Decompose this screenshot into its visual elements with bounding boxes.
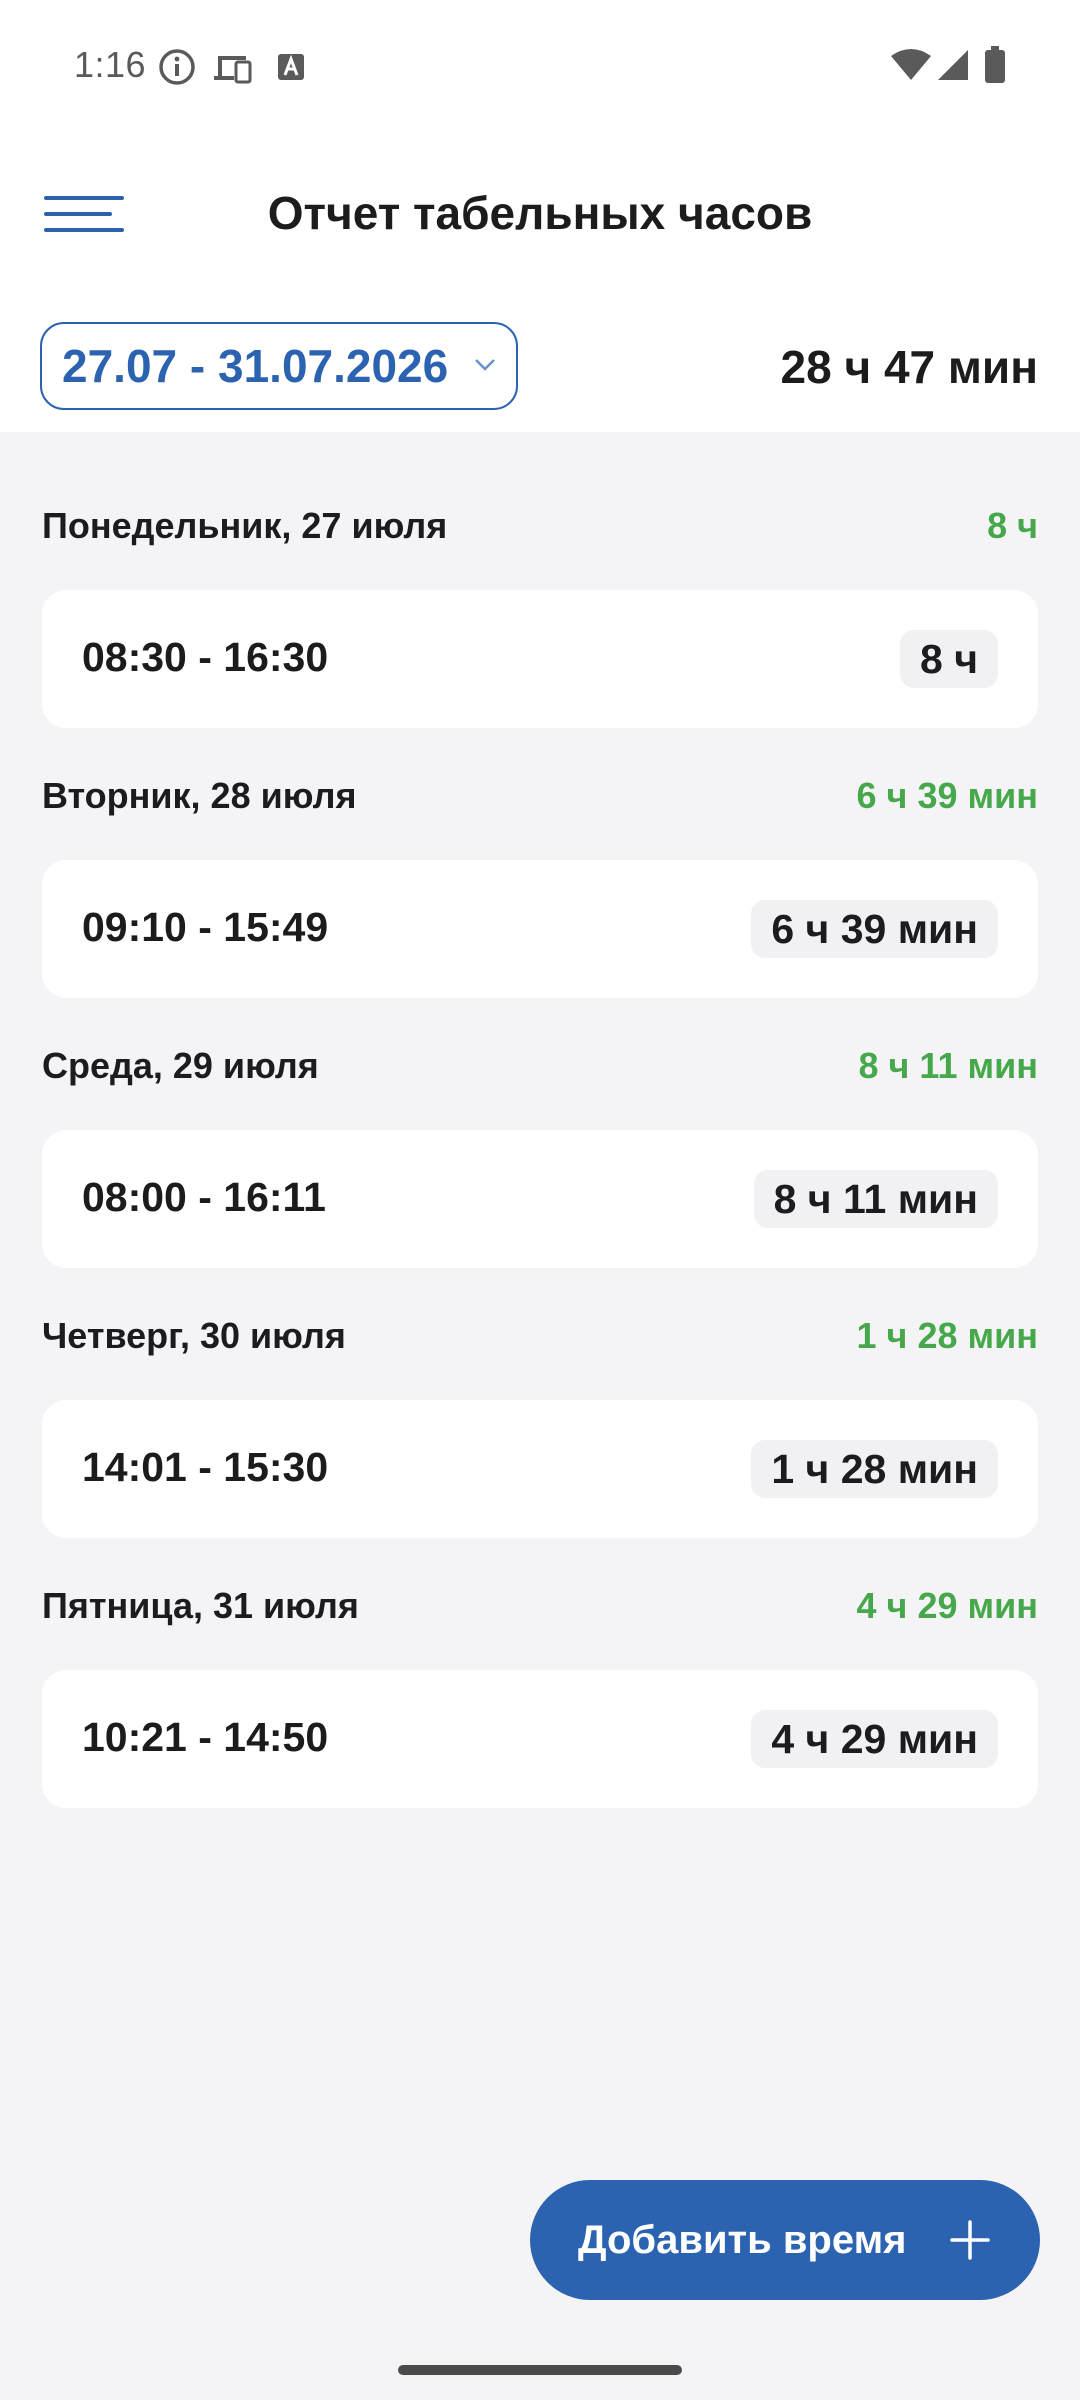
entry-duration-badge: 1 ч 28 мин: [751, 1440, 998, 1498]
day-header: Понедельник, 27 июля 8 ч: [42, 505, 1038, 547]
day-name: Четверг, 30 июля: [42, 1315, 346, 1356]
entry-time-range: 09:10 - 15:49: [82, 904, 329, 950]
date-range-text: 27.07 - 31.07.2026: [62, 340, 449, 392]
day-total: 8 ч 11 мин: [858, 1045, 1039, 1086]
day-total: 4 ч 29 мин: [856, 1585, 1038, 1626]
entry-duration-badge: 6 ч 39 мин: [751, 900, 998, 958]
day-header: Четверг, 30 июля 1 ч 28 мин: [42, 1315, 1038, 1357]
status-time: 1:16: [74, 44, 147, 85]
day-total: 6 ч 39 мин: [856, 775, 1038, 816]
entry-time-range: 10:21 - 14:50: [82, 1714, 329, 1760]
entry-time-range: 08:00 - 16:11: [82, 1174, 326, 1220]
entry-time-range: 08:30 - 16:30: [82, 634, 329, 680]
entry-duration-badge: 8 ч 11 мин: [753, 1170, 998, 1228]
devices-icon: [212, 52, 252, 89]
page-title: Отчет табельных часов: [267, 187, 813, 239]
time-entry-card[interactable]: 10:21 - 14:50 4 ч 29 мин: [42, 1670, 1038, 1808]
entry-duration-badge: 8 ч: [900, 630, 998, 688]
signal-icon: [936, 48, 970, 87]
time-entry-card[interactable]: 14:01 - 15:30 1 ч 28 мин: [42, 1400, 1038, 1538]
time-entry-card[interactable]: 09:10 - 15:49 6 ч 39 мин: [42, 860, 1038, 998]
day-total: 8 ч: [987, 505, 1038, 546]
entry-time-range: 14:01 - 15:30: [82, 1444, 329, 1490]
total-hours: 28 ч 47 мин: [780, 341, 1038, 393]
add-time-label: Добавить время: [578, 2218, 907, 2262]
font-a-icon: [276, 52, 306, 87]
time-entry-card[interactable]: 08:30 - 16:30 8 ч: [42, 590, 1038, 728]
day-name: Среда, 29 июля: [42, 1045, 319, 1086]
day-name: Понедельник, 27 июля: [42, 505, 448, 546]
battery-icon: [984, 46, 1006, 89]
entry-duration-badge: 4 ч 29 мин: [751, 1710, 998, 1768]
wifi-icon: [890, 48, 932, 87]
day-header: Среда, 29 июля 8 ч 11 мин: [42, 1045, 1038, 1087]
day-name: Пятница, 31 июля: [42, 1585, 359, 1626]
info-icon: [158, 48, 196, 91]
day-header: Пятница, 31 июля 4 ч 29 мин: [42, 1585, 1038, 1627]
status-bar: 1:16: [0, 0, 1080, 130]
home-indicator[interactable]: [398, 2365, 682, 2375]
chevron-down-icon: [474, 358, 496, 377]
plus-icon: [948, 2218, 992, 2267]
date-range-selector[interactable]: 27.07 - 31.07.2026: [40, 322, 518, 410]
day-header: Вторник, 28 июля 6 ч 39 мин: [42, 775, 1038, 817]
day-name: Вторник, 28 июля: [42, 775, 357, 816]
time-entry-card[interactable]: 08:00 - 16:11 8 ч 11 мин: [42, 1130, 1038, 1268]
add-time-button[interactable]: Добавить время: [530, 2180, 1040, 2300]
day-total: 1 ч 28 мин: [856, 1315, 1038, 1356]
